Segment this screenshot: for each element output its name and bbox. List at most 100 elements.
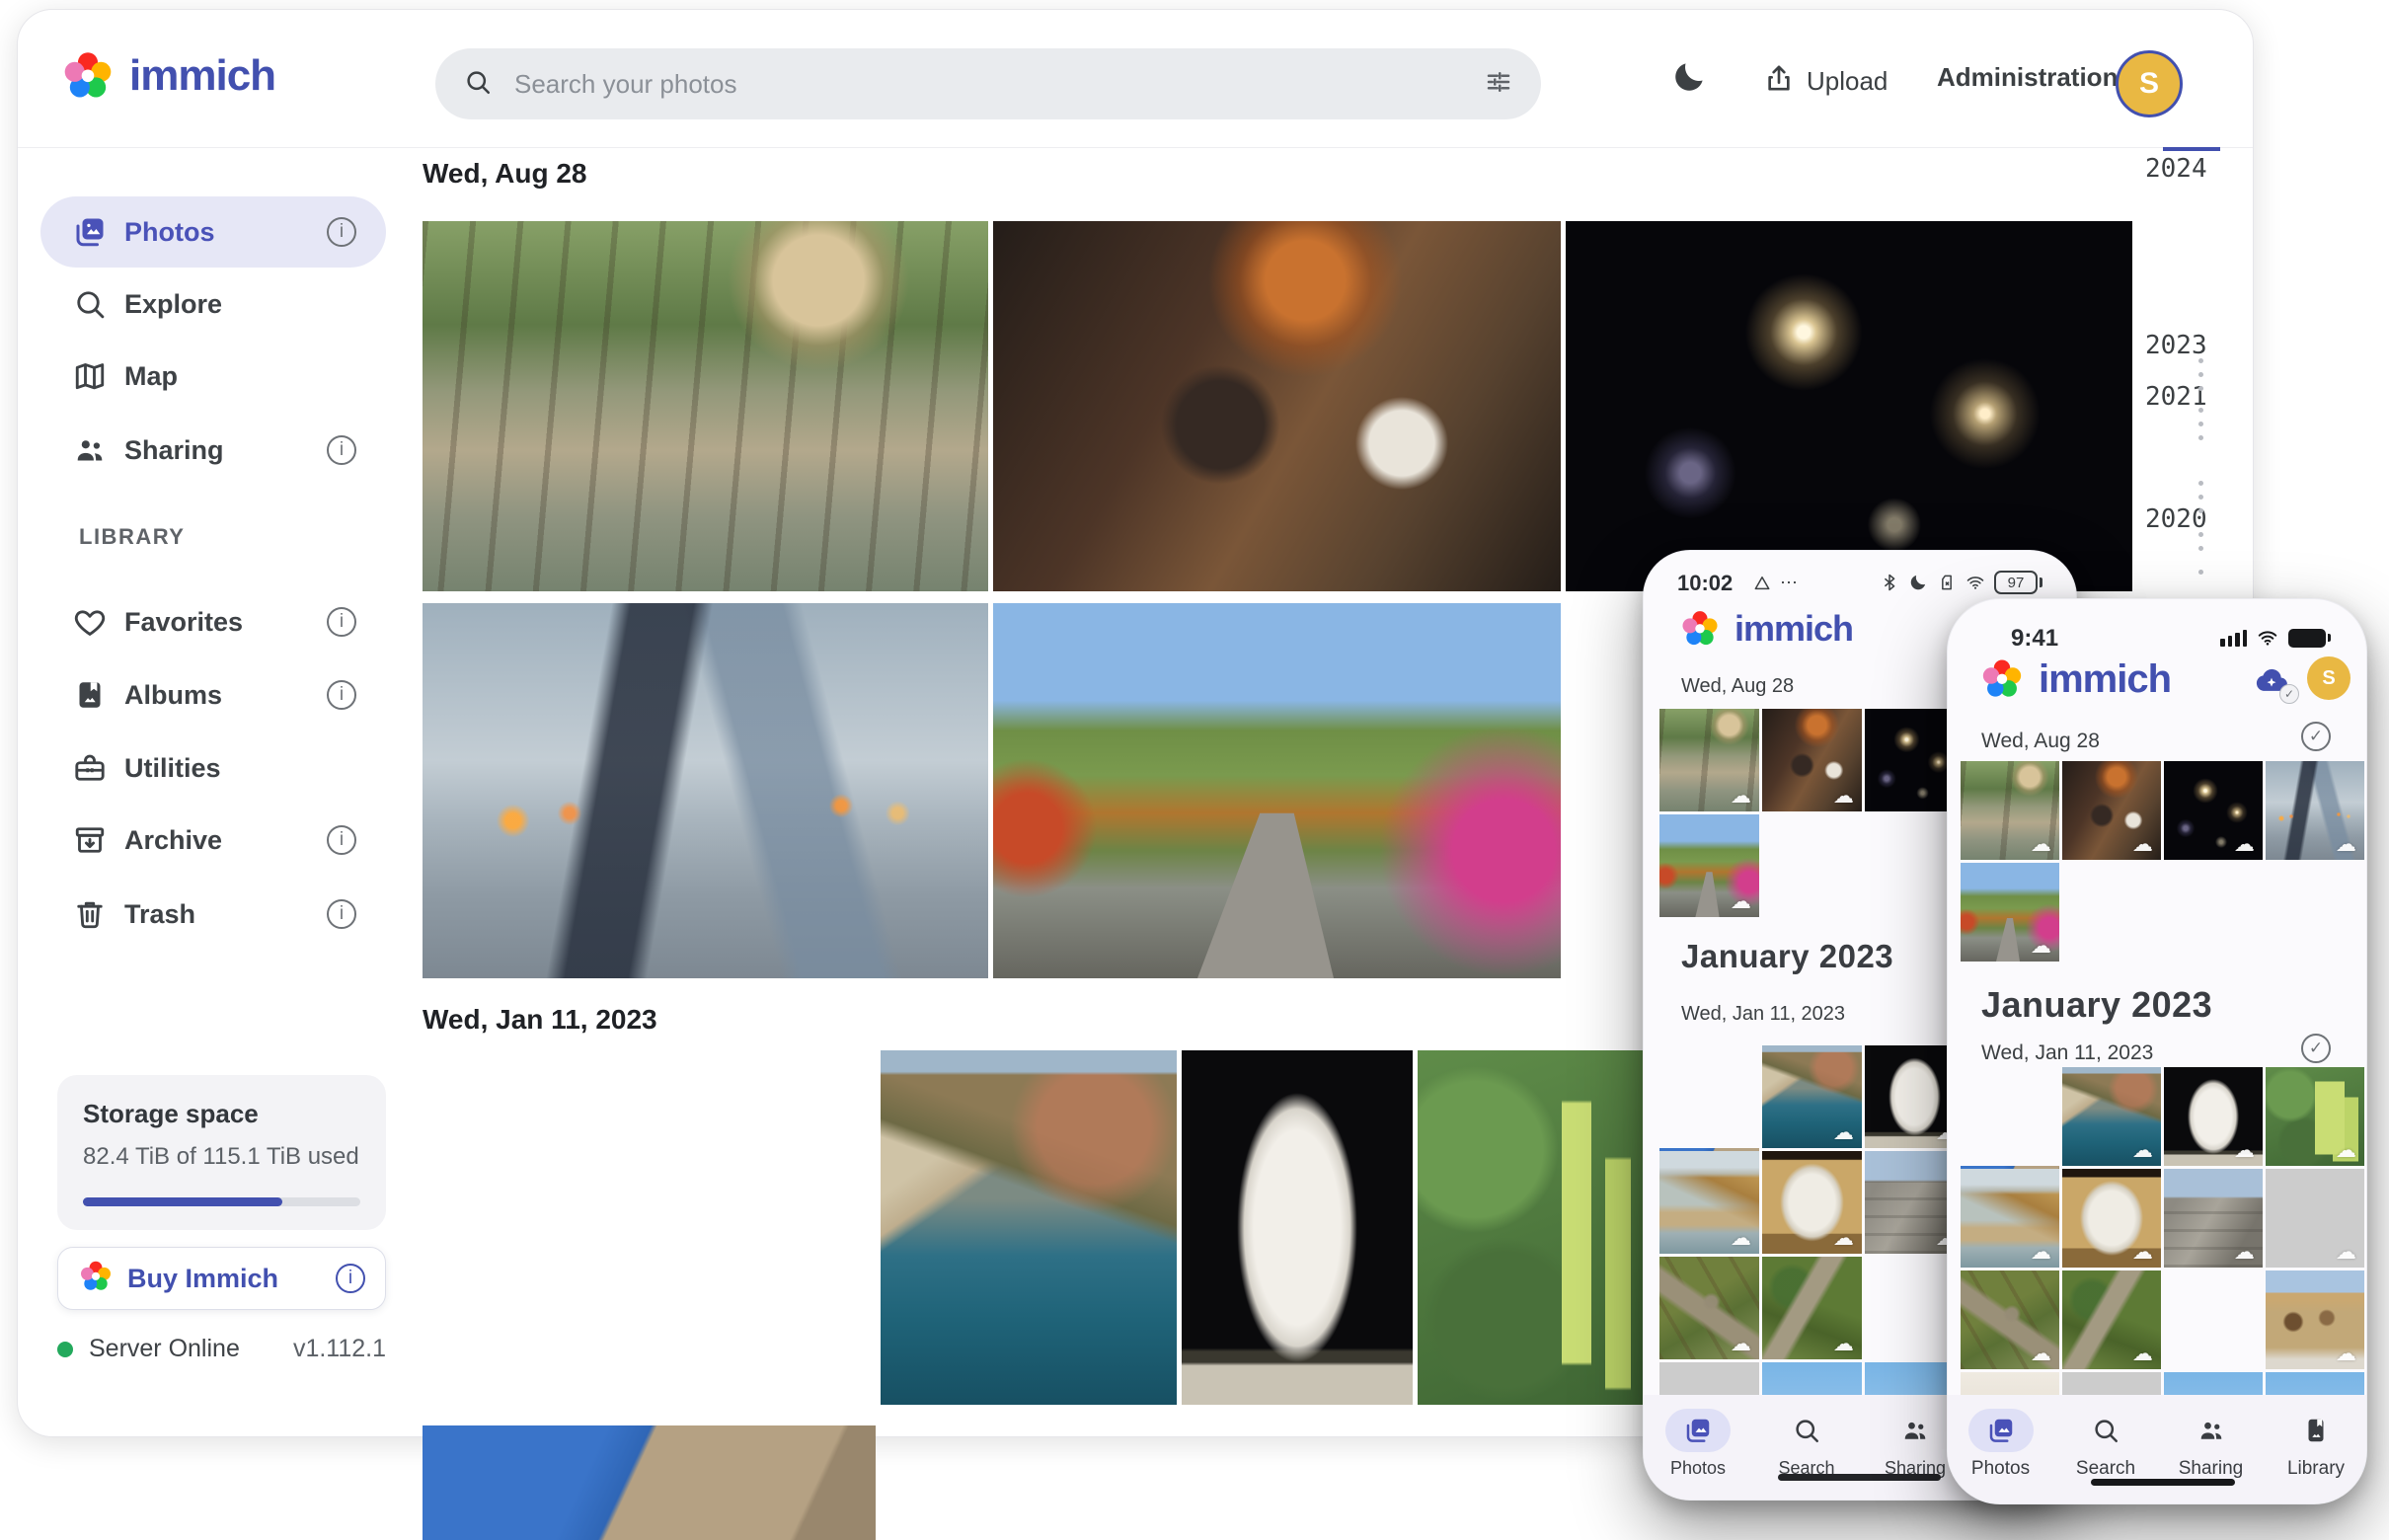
storage-progress-track	[83, 1197, 360, 1206]
photos-icon	[1968, 1409, 2034, 1452]
heart-icon	[72, 604, 108, 640]
cloud-backup-icon: ☁	[2336, 1242, 2356, 1263]
search-icon	[463, 67, 493, 102]
nav-tab-photos: Photos	[1644, 1395, 1752, 1501]
select-all-check-icon: ✓	[2301, 1034, 2331, 1063]
sidebar-item-albums[interactable]: Albums i	[40, 665, 386, 725]
theme-toggle-button[interactable]	[1664, 57, 1714, 104]
server-version: v1.112.1	[293, 1335, 386, 1363]
status-time: 10:02	[1677, 571, 1733, 596]
photo-thumbnail-dinner[interactable]	[993, 221, 1561, 591]
sidebar-item-map[interactable]: Map	[40, 346, 386, 406]
user-avatar[interactable]: S	[2116, 50, 2183, 117]
page: immich Upload Administration	[0, 0, 2389, 1540]
photo-thumbnail-fireworks[interactable]	[1566, 221, 2132, 591]
sidebar-item-favorites[interactable]: Favorites i	[40, 592, 386, 652]
photos-icon	[1665, 1409, 1731, 1452]
sidebar-item-label: Explore	[124, 289, 222, 320]
sidebar-item-photos[interactable]: Photos i	[40, 196, 386, 268]
toolbox-icon	[72, 750, 108, 786]
photo-thumbnail-ruins: ☁	[2164, 1169, 2263, 1268]
nav-tab-search: Search	[2053, 1395, 2158, 1504]
timeline-year-current: 2024	[2145, 154, 2207, 184]
sidebar-item-label: Albums	[124, 680, 222, 711]
timeline-dot	[2198, 481, 2203, 486]
nav-label: Photos	[1670, 1458, 1726, 1479]
album-icon	[72, 677, 108, 713]
logo-text: immich	[1734, 608, 1853, 650]
search-bar[interactable]	[435, 48, 1541, 119]
photo-thumbnail-dinner: ☁	[2062, 761, 2161, 860]
immich-flower-icon	[78, 1259, 114, 1299]
photo-thumbnail-green-berries[interactable]	[1418, 1050, 1648, 1405]
search-filters-icon[interactable]	[1484, 67, 1513, 102]
photo-thumbnail-lizard: ☁	[1659, 1257, 1759, 1359]
timeline-dot	[2198, 508, 2203, 513]
immich-flower-icon	[1979, 656, 2025, 702]
sidebar-item-label: Sharing	[124, 435, 224, 466]
sidebar-item-sharing[interactable]: Sharing i	[40, 421, 386, 480]
buy-immich-label: Buy Immich	[127, 1264, 322, 1294]
server-status-label: Server Online	[89, 1335, 293, 1363]
photo-thumbnail-holding-hands: ☁	[2266, 761, 2364, 860]
timeline-dot	[2198, 372, 2203, 377]
sidebar-item-archive[interactable]: Archive i	[40, 810, 386, 870]
photo-thumbnail-coastal-town: ☁	[2062, 1067, 2161, 1166]
timeline-position-indicator[interactable]	[2163, 147, 2220, 151]
info-icon[interactable]: i	[327, 607, 356, 637]
info-icon[interactable]: i	[327, 899, 356, 929]
photo-thumbnail-marble-bust[interactable]	[1182, 1050, 1413, 1405]
explore-search-icon	[72, 286, 108, 322]
search-input[interactable]	[512, 68, 1464, 101]
immich-logo: immich	[60, 48, 275, 104]
cloud-backup-icon: ☁	[2336, 1140, 2356, 1161]
archive-icon	[72, 822, 108, 858]
cloud-backup-icon: ☁	[1833, 786, 1854, 807]
status-left-icons: ⋯	[1752, 573, 1799, 593]
info-icon[interactable]: i	[327, 825, 356, 855]
nav-label: Search	[2076, 1458, 2135, 1480]
timeline-dot	[2198, 546, 2203, 551]
photo-thumbnail-autumn-path[interactable]	[993, 603, 1561, 978]
sidebar-item-explore[interactable]: Explore	[40, 274, 386, 334]
immich-logo: immich	[1679, 608, 1853, 650]
sidebar-item-label: Trash	[124, 899, 195, 930]
photo-thumbnail-village: ☁	[2266, 1270, 2364, 1369]
info-icon[interactable]: i	[327, 435, 356, 465]
photo-thumbnail-monkeys[interactable]	[423, 221, 988, 591]
upload-icon	[1763, 62, 1795, 101]
info-icon[interactable]: i	[327, 680, 356, 710]
date-header: Wed, Aug 28	[1681, 675, 1794, 698]
photo-thumbnail-monkeys: ☁	[1659, 709, 1759, 811]
date-header-jan11: Wed, Jan 11, 2023	[423, 1004, 657, 1036]
administration-link[interactable]: Administration	[1931, 61, 2123, 94]
photo-thumbnail-coastal-town[interactable]	[881, 1050, 1177, 1405]
more-dots-icon: ⋯	[1780, 573, 1799, 593]
nav-label: Sharing	[2179, 1458, 2244, 1480]
photo-thumbnail-castle-walls[interactable]	[423, 1425, 876, 1540]
date-header: Wed, Aug 28	[1981, 730, 2100, 753]
battery-icon	[2288, 629, 2331, 648]
buy-immich-button[interactable]: Buy Immich i	[57, 1247, 386, 1310]
sidebar-item-utilities[interactable]: Utilities	[40, 738, 386, 798]
cloud-backup-icon: ☁	[2234, 1242, 2255, 1263]
timeline-dot	[2198, 422, 2203, 426]
upload-button[interactable]: Upload	[1757, 61, 1893, 102]
select-all-check-icon: ✓	[2301, 722, 2331, 751]
signal-icon	[2220, 630, 2247, 647]
photo-thumbnail-holding-hands[interactable]	[423, 603, 988, 978]
cloud-backup-icon: ☁	[1833, 1228, 1854, 1249]
timeline-dot	[2198, 408, 2203, 413]
avatar-initial: S	[2322, 667, 2335, 690]
avatar-initial: S	[2139, 67, 2159, 101]
storage-title: Storage space	[83, 1099, 360, 1129]
date-header-aug28: Wed, Aug 28	[423, 158, 586, 190]
photos-icon	[72, 214, 108, 250]
cloud-backup-icon: ☁	[1731, 1228, 1751, 1249]
nav-tab-sharing: Sharing	[2158, 1395, 2264, 1504]
info-icon[interactable]: i	[336, 1264, 365, 1293]
sidebar-item-trash[interactable]: Trash i	[40, 885, 386, 944]
info-icon[interactable]: i	[327, 217, 356, 247]
status-right-icons	[2220, 627, 2331, 649]
photo-thumbnail-beach-cliff: ☁	[1961, 1169, 2059, 1268]
